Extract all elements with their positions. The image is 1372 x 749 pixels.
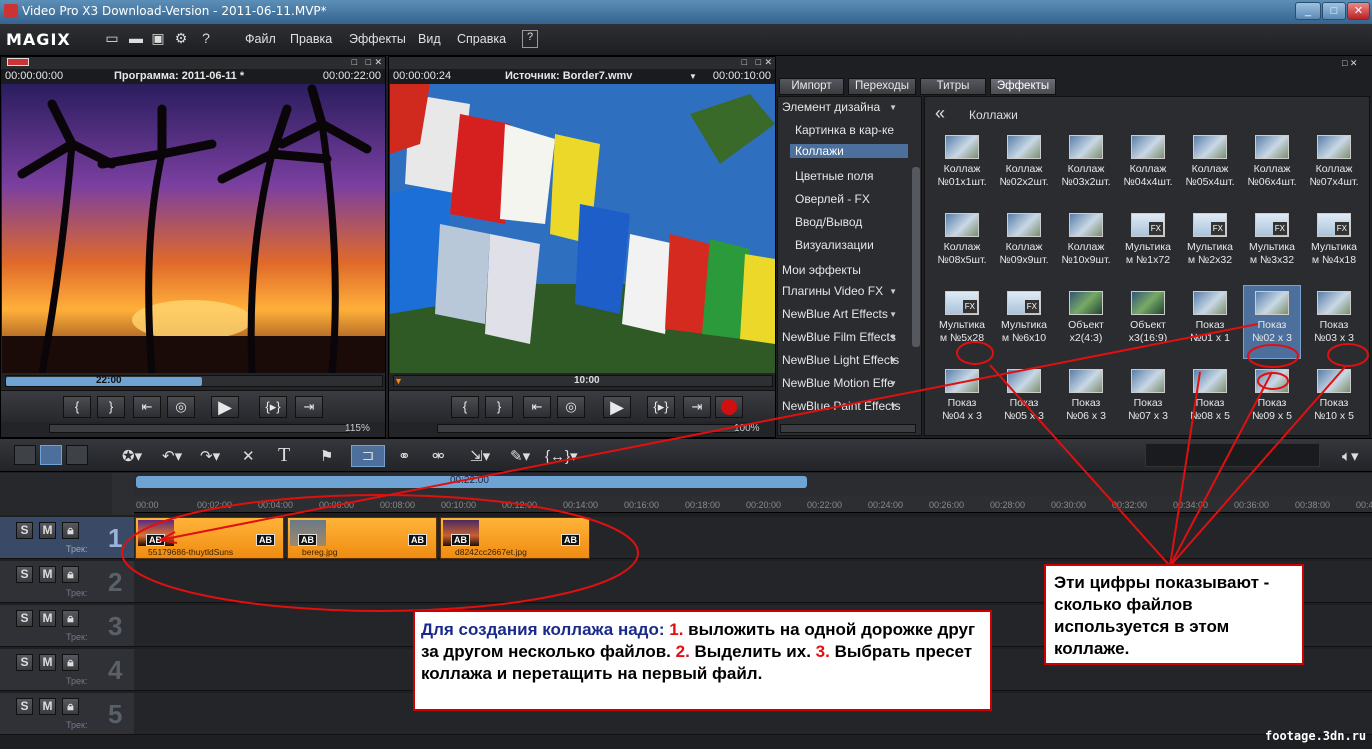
instruction-note: Для создания коллажа надо: 1. выложить н…	[413, 610, 992, 711]
drag-arrow-line	[159, 323, 1259, 541]
number-highlight-ellipse	[956, 341, 994, 365]
callout-note: Эти цифры показывают - сколько файлов ис…	[1044, 564, 1304, 665]
note-part: Выделить их.	[689, 642, 816, 661]
note-step-number: 3.	[815, 642, 830, 661]
number-highlight-ellipse	[1257, 372, 1289, 390]
number-highlight-ellipse	[1327, 343, 1369, 367]
clips-highlight-ellipse	[121, 494, 639, 612]
number-highlight-ellipse	[1247, 344, 1299, 368]
note-step-number: 1.	[669, 620, 684, 639]
callout-line	[989, 364, 1171, 567]
watermark: footage.3dn.ru	[1265, 729, 1367, 743]
note-step-number: 2.	[675, 642, 690, 661]
note-part: Для создания коллажа надо:	[421, 620, 670, 639]
